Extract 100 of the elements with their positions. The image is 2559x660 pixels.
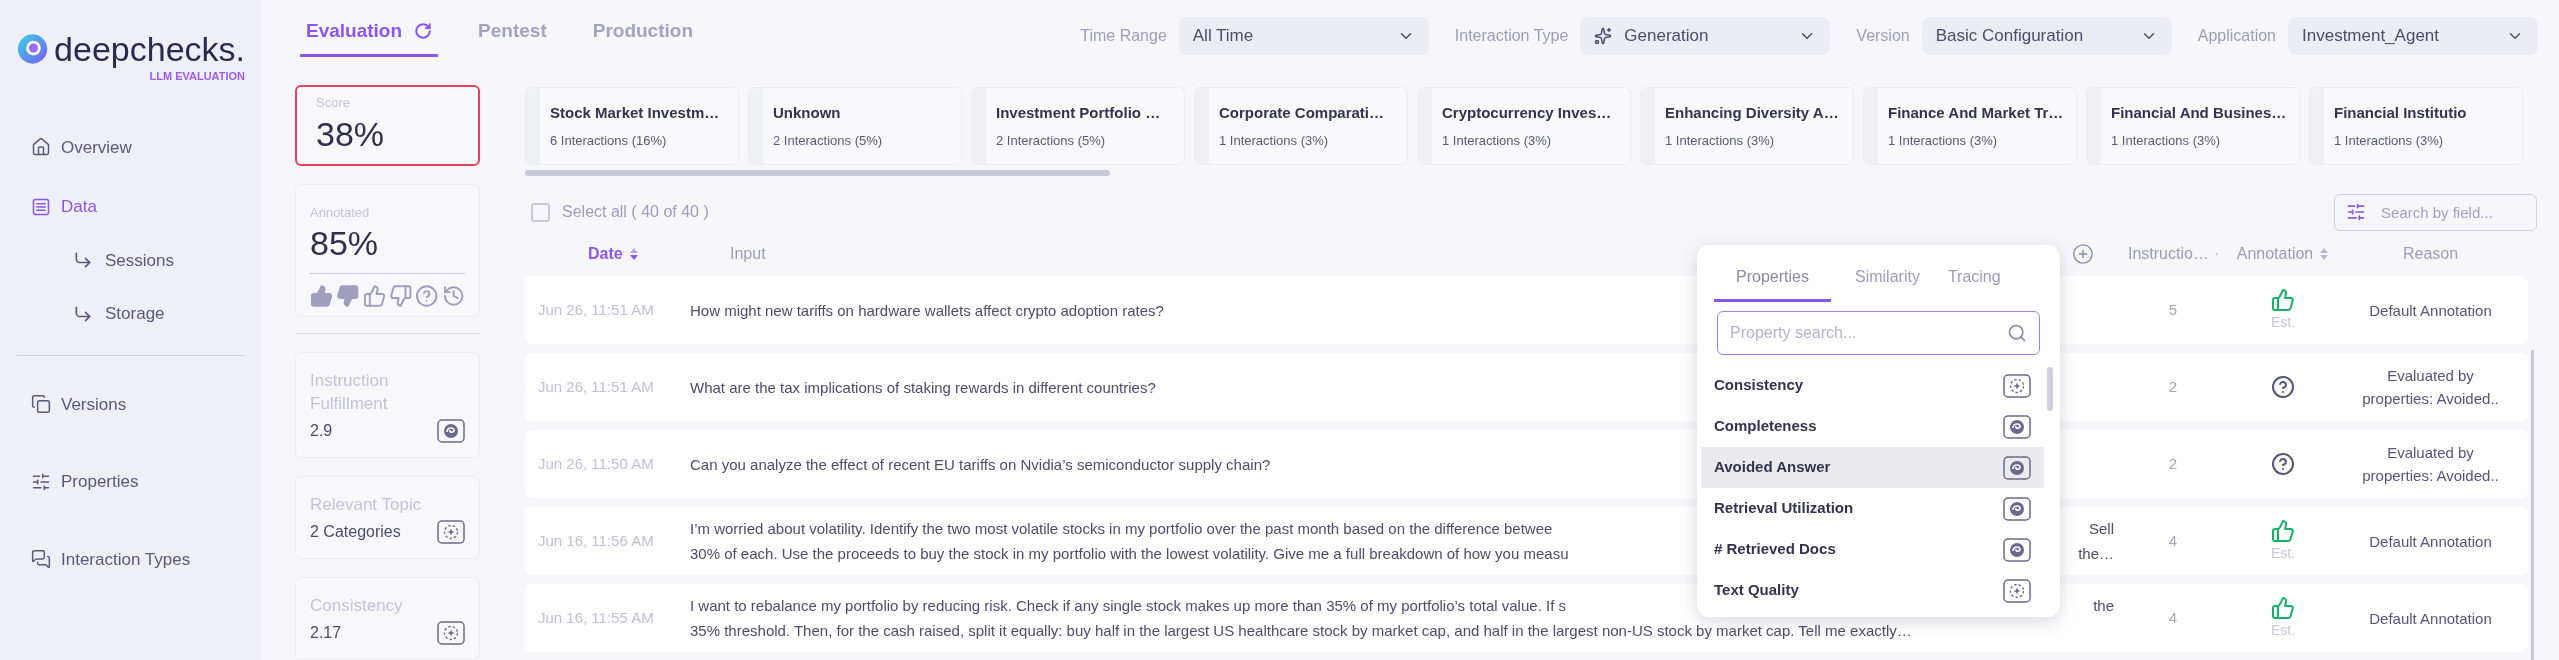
metric-value: 2 Categories: [310, 522, 401, 542]
instruction-cell-text: 4: [2167, 607, 2179, 628]
nav-icon: [31, 471, 51, 492]
arrow-icon: [73, 250, 93, 271]
date-cell-text: Jun 16, 11:55 AM: [538, 607, 655, 628]
thumbs-up-icon[interactable]: [2271, 518, 2295, 543]
property-search-field[interactable]: Property search...: [1717, 311, 2040, 355]
nav-item[interactable]: Overview: [31, 134, 245, 160]
date-cell-text: Jun 16, 11:56 AM: [538, 530, 655, 551]
nav-icon: [31, 549, 51, 570]
date-cell-text: Jun 26, 11:51 AM: [538, 299, 655, 320]
thumbs-up-icon[interactable]: [362, 283, 386, 308]
annotated-value: 85%: [310, 222, 380, 263]
category-title: Financial Institutio: [2334, 103, 2467, 123]
category-card[interactable]: Cryptocurrency Inves… 1 Interactions (3%): [1417, 87, 1631, 165]
help-icon[interactable]: [2271, 452, 2295, 476]
instruction-cell-text: 4: [2167, 530, 2179, 551]
sort-icon[interactable]: [2319, 247, 2330, 261]
category-count: 6 Interactions (16%): [550, 131, 668, 150]
filter-icon: [2346, 201, 2366, 222]
table-row[interactable]: [525, 584, 2528, 652]
score-value: 38%: [316, 113, 386, 155]
input-text: I’m worried about volatility. Identify the two most volatile stocks in my portfolio over the past month based on the difference betwee: [690, 519, 1553, 539]
thumbs-up-icon[interactable]: [2271, 287, 2295, 312]
property-search-input[interactable]: Property search...: [1730, 321, 2007, 345]
logo-wordmark: deepchecks.: [54, 30, 245, 68]
search-icon: [2007, 323, 2027, 343]
input-text: the: [2093, 596, 2114, 616]
nav-item[interactable]: Interaction Types: [31, 546, 245, 572]
filter-select[interactable]: All Time: [1178, 17, 1429, 55]
category-card[interactable]: Enhancing Diversity A… 1 Interactions (3%): [1640, 87, 1854, 165]
filter-label: Application: [2197, 26, 2276, 46]
input-text: I want to rebalance my portfolio by reducing risk. Check if any single stock makes up more than 35% of my portfolio’s total value. If s: [690, 596, 1566, 616]
nav-item[interactable]: Data: [31, 194, 245, 220]
search-field[interactable]: Search by field...: [2334, 193, 2537, 231]
thumbs-up-icon[interactable]: [310, 283, 334, 308]
nav-icon: [31, 394, 51, 415]
category-card[interactable]: Financial And Busines… 1 Interactions (3%): [2086, 87, 2300, 165]
refresh-icon: [414, 22, 433, 41]
thumbs-down-icon[interactable]: [336, 283, 360, 308]
sort-icon[interactable]: [628, 247, 639, 261]
reason-cell-text: Evaluated by properties: Avoided..: [2361, 443, 2500, 486]
filter-select[interactable]: Generation: [1580, 17, 1831, 55]
input-text: the…: [2078, 544, 2114, 564]
metric-value: 2.17: [310, 623, 342, 643]
category-card[interactable]: Unknown 2 Interactions (5%): [748, 87, 962, 165]
category-count: 1 Interactions (3%): [2111, 131, 2222, 150]
category-card[interactable]: Corporate Comparati… 1 Interactions (3%): [1194, 87, 1408, 165]
input-text: Sell: [2089, 519, 2114, 539]
category-title: Finance And Market Tr…: [1888, 103, 2064, 123]
filter-select[interactable]: Investment_Agent: [2288, 17, 2538, 55]
thumbs-up-icon[interactable]: [2271, 595, 2295, 620]
instruction-cell-text: 5: [2167, 299, 2179, 320]
category-title: Investment Portfolio …: [996, 103, 1161, 123]
reason-cell-text: Default Annotation: [2368, 608, 2493, 629]
add-column-icon[interactable]: [2072, 243, 2094, 265]
estimate-label: Est.: [2270, 543, 2296, 563]
category-count: 1 Interactions (3%): [1665, 131, 1776, 150]
reason-cell-text: Default Annotation: [2368, 300, 2493, 321]
category-card[interactable]: Stock Market Investm… 6 Interactions (16%): [525, 87, 739, 165]
sparkles-icon: [1594, 27, 1613, 45]
thumbs-down-icon[interactable]: [389, 283, 413, 308]
category-count: 1 Interactions (3%): [1888, 131, 1999, 150]
input-text: Can you analyze the effect of recent EU tariffs on Nvidia’s semiconductor supply chain?: [690, 454, 1271, 475]
instruction-cell-text: 2: [2167, 453, 2179, 474]
filter-label: Version: [1856, 26, 1910, 46]
input-text: 30% of each. Use the proceeds to buy the stock in my portfolio with the lowest volatility. Give me a full breakdown of how you measu: [690, 544, 1569, 564]
nav-item[interactable]: Versions: [31, 391, 245, 417]
property-item[interactable]: Avoided Answer: [1701, 447, 2044, 488]
help-icon[interactable]: [2271, 375, 2295, 399]
nav-icon: [31, 196, 51, 217]
category-title: Corporate Comparati…: [1219, 103, 1385, 123]
estimate-label: Est.: [2270, 620, 2296, 640]
scrollbar-thumb[interactable]: [525, 170, 1110, 176]
date-cell-text: Jun 26, 11:51 AM: [538, 376, 655, 397]
column-header[interactable]: Date: [588, 242, 623, 266]
nav-subitem[interactable]: Storage: [31, 301, 245, 327]
category-count: 1 Interactions (3%): [2334, 131, 2445, 150]
nav-icon: [31, 137, 51, 158]
scrollbar[interactable]: [2531, 350, 2534, 660]
nav-subitem[interactable]: Sessions: [31, 247, 245, 273]
nav-item[interactable]: Properties: [31, 469, 245, 495]
metric-value: 2.9: [310, 421, 333, 441]
category-count: 1 Interactions (3%): [1219, 131, 1330, 150]
category-card[interactable]: Finance And Market Tr… 1 Interactions (3%): [1863, 87, 2077, 165]
input-text: What are the tax implications of staking rewards in different countries?: [690, 377, 1156, 398]
filter-select[interactable]: Basic Configuration: [1921, 17, 2172, 55]
category-count: 1 Interactions (3%): [1442, 131, 1553, 150]
scrollbar-thumb[interactable]: [2047, 367, 2053, 411]
history-icon[interactable]: [441, 283, 465, 308]
category-count: 2 Interactions (5%): [773, 131, 883, 150]
category-card[interactable]: Investment Portfolio … 2 Interactions (5%): [971, 87, 1185, 165]
reason-cell-text: Default Annotation: [2368, 531, 2493, 552]
category-card[interactable]: Financial Institutio 1 Interactions (3%): [2309, 87, 2523, 165]
category-title: Stock Market Investm…: [550, 103, 720, 123]
tab[interactable]: Evaluation: [300, 17, 439, 57]
logo-icon: [17, 32, 49, 66]
category-title: Financial And Busines…: [2111, 103, 2287, 123]
reason-cell-text: Evaluated by properties: Avoided..: [2361, 366, 2500, 409]
category-title: Cryptocurrency Inves…: [1442, 103, 1612, 123]
